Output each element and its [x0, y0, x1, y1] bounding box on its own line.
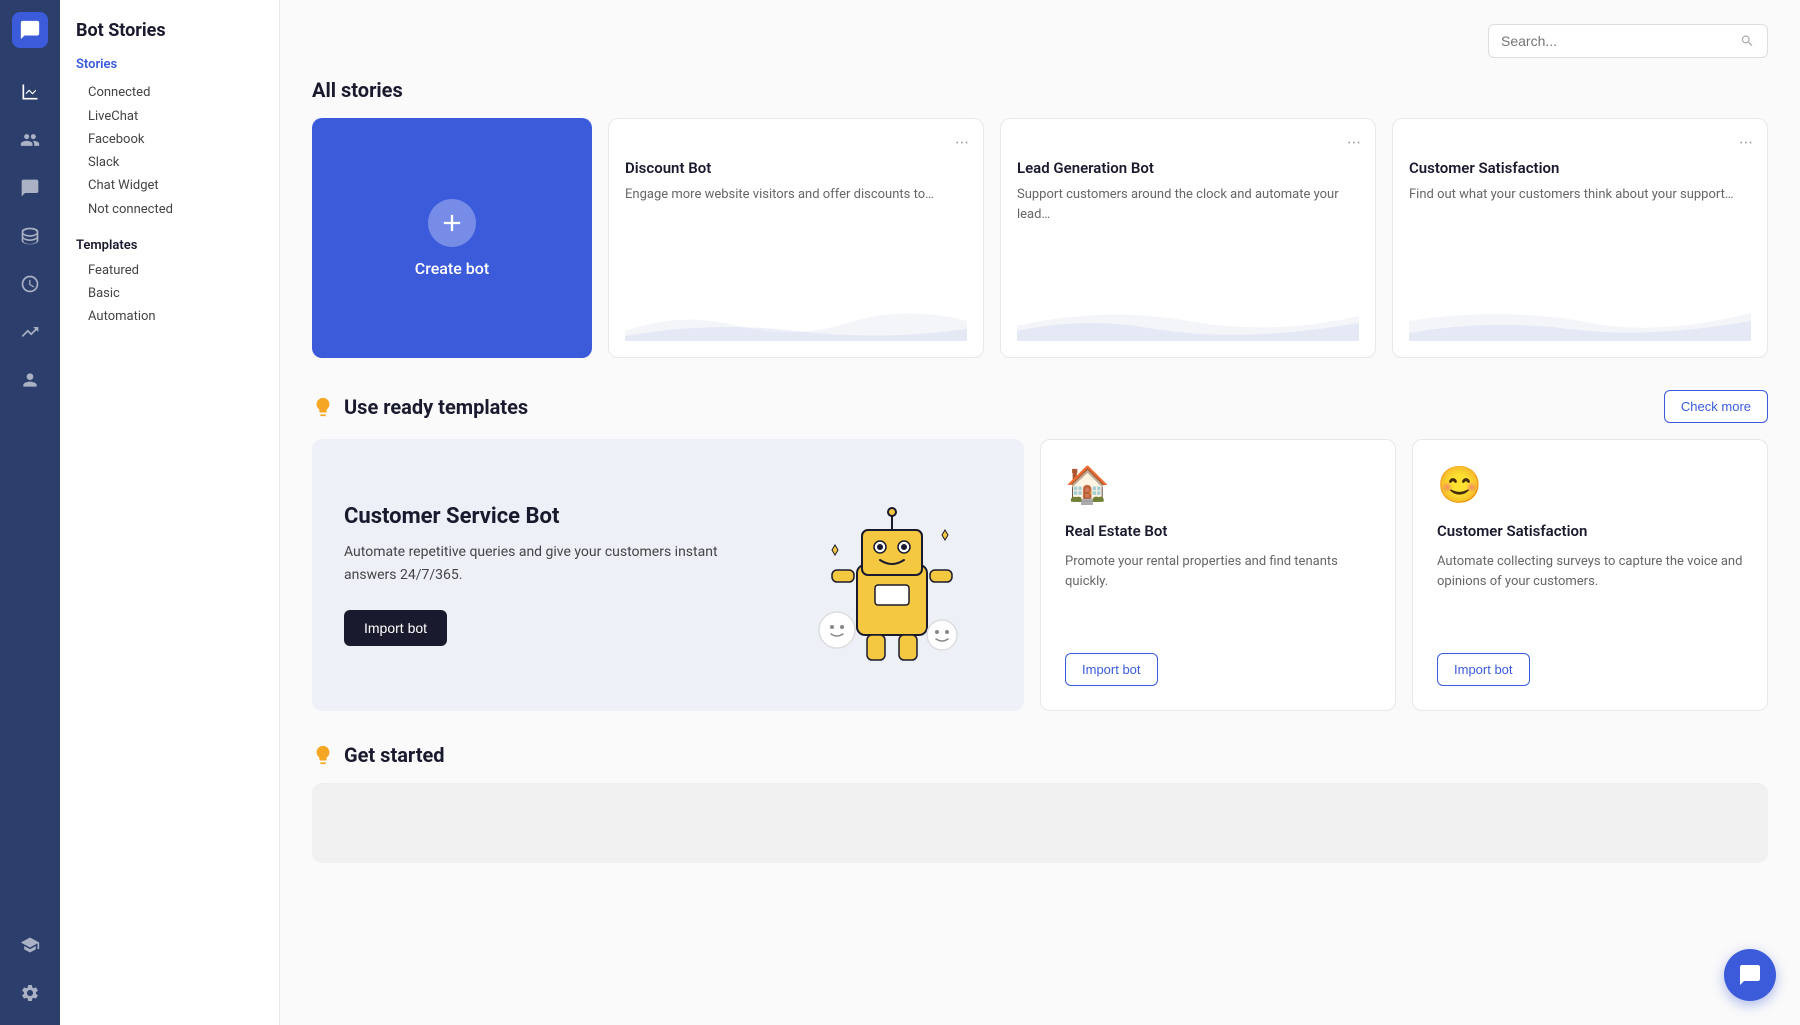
get-started-card [312, 783, 1768, 863]
nav-trend[interactable] [10, 312, 50, 352]
get-started-lightbulb-icon [312, 744, 334, 766]
sidebar-item-automation[interactable]: Automation [76, 305, 263, 328]
nav-school[interactable] [10, 925, 50, 965]
template-card-satisfaction: 😊 Customer Satisfaction Automate collect… [1412, 439, 1768, 711]
story-card-1: ··· Lead Generation Bot Support customer… [1000, 118, 1376, 358]
story-card-title-0: Discount Bot [625, 159, 967, 177]
all-stories-title: All stories [312, 78, 1768, 102]
template-featured-title: Customer Service Bot [344, 504, 772, 529]
template-card-desc-realestate: Promote your rental properties and find … [1065, 552, 1371, 641]
realestate-icon: 🏠 [1065, 464, 1371, 506]
template-featured-card: Customer Service Bot Automate repetitive… [312, 439, 1024, 711]
chat-float-button[interactable] [1724, 949, 1776, 1001]
story-card-desc-2: Find out what your customers think about… [1409, 185, 1751, 205]
satisfaction-icon: 😊 [1437, 464, 1743, 506]
template-card-realestate: 🏠 Real Estate Bot Promote your rental pr… [1040, 439, 1396, 711]
nav-database[interactable] [10, 216, 50, 256]
create-bot-icon [428, 199, 476, 247]
story-card-menu-1[interactable]: ··· [1347, 133, 1361, 154]
template-cards-row: Customer Service Bot Automate repetitive… [312, 439, 1768, 711]
sidebar-templates-label[interactable]: Templates [76, 238, 263, 253]
template-card-desc-satisfaction: Automate collecting surveys to capture t… [1437, 552, 1743, 641]
nav-contacts[interactable] [10, 120, 50, 160]
nav-clock[interactable] [10, 264, 50, 304]
import-bot-button-featured[interactable]: Import bot [344, 610, 447, 646]
template-card-title-realestate: Real Estate Bot [1065, 522, 1371, 540]
templates-section-title: Use ready templates [312, 395, 528, 419]
sidebar-item-facebook[interactable]: Facebook [76, 128, 263, 151]
template-featured-illustration [792, 475, 992, 675]
template-card-title-satisfaction: Customer Satisfaction [1437, 522, 1743, 540]
lightbulb-icon [312, 396, 334, 418]
search-icon [1740, 33, 1755, 49]
sidebar-item-featured[interactable]: Featured [76, 259, 263, 282]
story-card-wave-2 [1409, 301, 1751, 341]
story-card-desc-0: Engage more website visitors and offer d… [625, 185, 967, 205]
sidebar-item-livechat[interactable]: LiveChat [76, 105, 263, 128]
story-card-title-1: Lead Generation Bot [1017, 159, 1359, 177]
story-card-wave-1 [1017, 301, 1359, 341]
import-bot-button-satisfaction[interactable]: Import bot [1437, 653, 1530, 686]
main-header [312, 24, 1768, 58]
main-content: All stories Create bot ··· Discount Bot … [280, 0, 1800, 1025]
story-card-menu-0[interactable]: ··· [955, 133, 969, 154]
sidebar: Bot Stories Stories Connected LiveChat F… [60, 0, 280, 1025]
search-input[interactable] [1501, 33, 1732, 49]
icon-bar [0, 0, 60, 1025]
sidebar-item-basic[interactable]: Basic [76, 282, 263, 305]
import-bot-button-realestate[interactable]: Import bot [1065, 653, 1158, 686]
nav-chat[interactable] [10, 168, 50, 208]
templates-section-header: Use ready templates Check more [312, 390, 1768, 423]
search-box[interactable] [1488, 24, 1768, 58]
app-logo[interactable] [12, 12, 48, 48]
check-more-button[interactable]: Check more [1664, 390, 1768, 423]
sidebar-item-connected[interactable]: Connected [76, 80, 263, 105]
nav-settings[interactable] [10, 973, 50, 1013]
nav-group[interactable] [10, 360, 50, 400]
template-featured-text: Customer Service Bot Automate repetitive… [344, 504, 772, 646]
template-featured-desc: Automate repetitive queries and give you… [344, 541, 772, 586]
story-card-0: ··· Discount Bot Engage more website vis… [608, 118, 984, 358]
sidebar-title: Bot Stories [76, 20, 263, 41]
story-card-menu-2[interactable]: ··· [1739, 133, 1753, 154]
sidebar-stories-label[interactable]: Stories [76, 57, 263, 72]
story-card-title-2: Customer Satisfaction [1409, 159, 1751, 177]
create-bot-label: Create bot [415, 259, 489, 278]
sidebar-item-chatwidget[interactable]: Chat Widget [76, 174, 263, 197]
story-card-desc-1: Support customers around the clock and a… [1017, 185, 1359, 224]
sidebar-item-slack[interactable]: Slack [76, 151, 263, 174]
sidebar-item-notconnected[interactable]: Not connected [76, 197, 263, 222]
story-card-2: ··· Customer Satisfaction Find out what … [1392, 118, 1768, 358]
get-started-title: Get started [312, 743, 1768, 767]
story-card-wave-0 [625, 301, 967, 341]
stories-cards-row: Create bot ··· Discount Bot Engage more … [312, 118, 1768, 358]
create-bot-card[interactable]: Create bot [312, 118, 592, 358]
nav-analytics[interactable] [10, 72, 50, 112]
